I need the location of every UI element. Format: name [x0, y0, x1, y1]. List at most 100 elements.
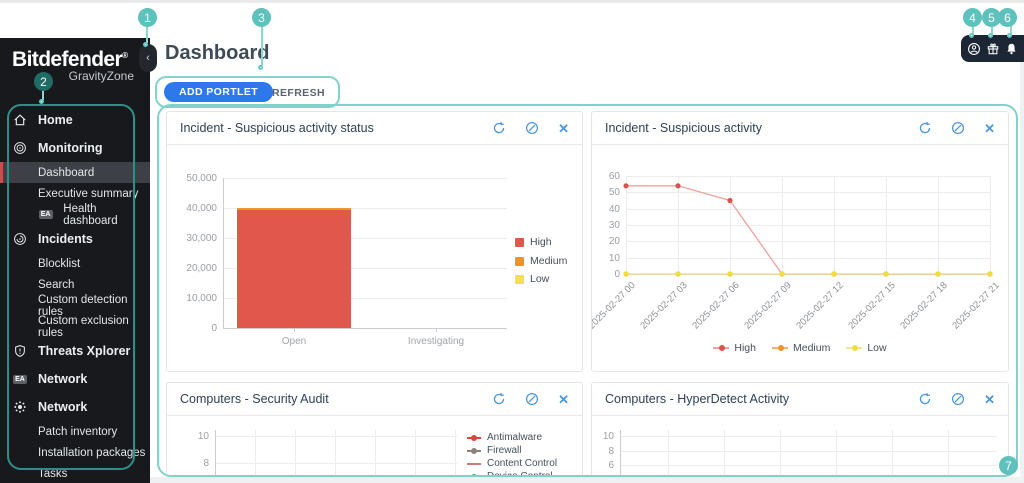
- edit-icon[interactable]: [525, 392, 539, 406]
- gridline: [215, 463, 457, 464]
- gravityzone-dashboard-page: Bitdefender® GravityZone HomeMonitoringD…: [0, 0, 1024, 483]
- refresh-icon[interactable]: [492, 392, 506, 406]
- close-icon[interactable]: ✕: [984, 122, 995, 135]
- legend-label: Antimalware: [487, 432, 542, 443]
- callout-1-dot: [143, 42, 148, 47]
- edit-icon[interactable]: [525, 121, 539, 135]
- sidebar-item-tasks[interactable]: Tasks: [0, 463, 150, 483]
- legend-item-low: Low: [846, 342, 886, 354]
- sidebar-item-label: Blocklist: [38, 258, 80, 270]
- callout-4: 4: [963, 8, 982, 27]
- portlet-header: Incident - Suspicious activity status ✕: [167, 112, 582, 145]
- y-axis-line: [223, 178, 224, 328]
- edit-icon[interactable]: [951, 121, 965, 135]
- portlet-suspicious-activity: Incident - Suspicious activity ✕ 0102030…: [591, 111, 1009, 372]
- callout-6-dot: [1007, 33, 1012, 38]
- sidebar-item-network[interactable]: Network: [0, 393, 150, 421]
- sidebar-item-patch-inventory[interactable]: Patch inventory: [0, 421, 150, 442]
- refresh-button[interactable]: REFRESH: [272, 87, 325, 99]
- gridline-vertical: [668, 430, 669, 477]
- portlet-header: Computers - Security Audit ✕: [167, 383, 582, 416]
- legend-marker-dot: [852, 345, 858, 351]
- refresh-icon[interactable]: [918, 121, 932, 135]
- portlet-grid: Incident - Suspicious activity status ✕ …: [157, 104, 1018, 477]
- sidebar-item-label: Incidents: [38, 232, 93, 246]
- legend-marker-dot: [471, 474, 477, 478]
- legend-label: Low: [867, 342, 886, 354]
- bottom-strip: [150, 477, 1024, 483]
- x-axis-line: [223, 328, 507, 329]
- sidebar-item-search[interactable]: Search: [0, 274, 150, 295]
- topbar: [961, 35, 1024, 62]
- x-tick: [436, 328, 437, 332]
- portlet-security-audit: Computers - Security Audit ✕ 108Antimalw…: [166, 382, 583, 477]
- portlet-title: Incident - Suspicious activity status: [180, 121, 492, 135]
- bar-medium-open: [237, 208, 351, 210]
- sidebar-item-custom-detection-rules[interactable]: Custom detection rules: [0, 295, 150, 316]
- callout-4-dot: [969, 33, 974, 38]
- sidebar-item-blocklist[interactable]: Blocklist: [0, 253, 150, 274]
- legend-marker: [772, 347, 788, 349]
- sidebar: Bitdefender® GravityZone HomeMonitoringD…: [0, 38, 150, 483]
- y-tick-label: 4: [592, 475, 614, 478]
- legend-item-medium: Medium: [772, 342, 830, 354]
- legend-label: Device Control: [487, 471, 553, 477]
- legend-item-low: Low: [515, 273, 549, 285]
- sidebar-item-label: Dashboard: [38, 167, 94, 179]
- legend-label: Firewall: [487, 445, 521, 456]
- sidebar-item-executive-summary[interactable]: Executive summary: [0, 183, 150, 204]
- sidebar-item-incidents[interactable]: Incidents: [0, 225, 150, 253]
- refresh-icon[interactable]: [918, 392, 932, 406]
- y-tick-label: 20,000: [171, 263, 217, 274]
- sidebar-item-health-dashboard[interactable]: EAHealth dashboard: [0, 204, 150, 225]
- refresh-icon[interactable]: [492, 121, 506, 135]
- sidebar-item-label: Monitoring: [38, 141, 103, 155]
- add-portlet-button[interactable]: ADD PORTLET: [164, 82, 273, 102]
- close-icon[interactable]: ✕: [984, 393, 995, 406]
- top-edge-strip: [0, 0, 1024, 3]
- sidebar-item-network[interactable]: EA Network: [0, 365, 150, 393]
- incident-icon: [12, 232, 28, 246]
- legend-label: High: [530, 236, 552, 248]
- sidebar-item-label: Network: [38, 400, 87, 414]
- x-category-label: Open: [234, 336, 354, 347]
- gridline-vertical: [335, 430, 336, 477]
- legend-marker: [467, 437, 481, 439]
- gridline-vertical: [892, 430, 893, 477]
- legend-marker-dot: [471, 435, 477, 441]
- user-icon[interactable]: [967, 42, 981, 56]
- close-icon[interactable]: ✕: [558, 393, 569, 406]
- gridline: [620, 451, 997, 452]
- chart-security-audit: 108AntimalwareFirewallContent ControlDev…: [167, 417, 582, 477]
- chart-hyperdetect-activity: 10864: [592, 417, 1008, 477]
- radar-icon: [12, 141, 28, 155]
- chart-suspicious-activity-status: 010,00020,00030,00040,00050,000OpenInves…: [167, 146, 582, 371]
- sidebar-item-home[interactable]: Home: [0, 106, 150, 134]
- chart-legend: HighMediumLow: [592, 342, 1008, 354]
- sidebar-collapse-button[interactable]: ‹: [139, 44, 157, 72]
- callout-1-line: [146, 26, 148, 43]
- chart-suspicious-activity: 01020304050602025-02-27 002025-02-27 032…: [592, 146, 1008, 371]
- ea-badge: EA: [12, 375, 28, 384]
- sidebar-item-dashboard[interactable]: Dashboard: [0, 162, 150, 183]
- bell-icon[interactable]: [1005, 42, 1018, 56]
- legend-marker-dot: [471, 448, 477, 454]
- gridline: [223, 178, 507, 179]
- sidebar-item-threats-xplorer[interactable]: Threats Xplorer: [0, 337, 150, 365]
- sidebar-item-label: Network: [38, 372, 87, 386]
- legend-marker-dot: [778, 345, 784, 351]
- sidebar-item-custom-exclusion-rules[interactable]: Custom exclusion rules: [0, 316, 150, 337]
- sidebar-item-installation-packages[interactable]: Installation packages: [0, 442, 150, 463]
- y-axis-line: [215, 430, 216, 477]
- y-axis-line: [620, 430, 621, 477]
- gridline-vertical: [375, 430, 376, 477]
- chevron-left-icon: ‹: [146, 52, 150, 64]
- callout-2: 2: [34, 72, 53, 91]
- close-icon[interactable]: ✕: [558, 122, 569, 135]
- sidebar-item-monitoring[interactable]: Monitoring: [0, 134, 150, 162]
- legend-swatch: [515, 238, 524, 247]
- callout-7: 7: [999, 456, 1018, 475]
- legend-item-firewall: Firewall: [467, 445, 521, 456]
- gift-icon[interactable]: [986, 42, 1000, 56]
- edit-icon[interactable]: [951, 392, 965, 406]
